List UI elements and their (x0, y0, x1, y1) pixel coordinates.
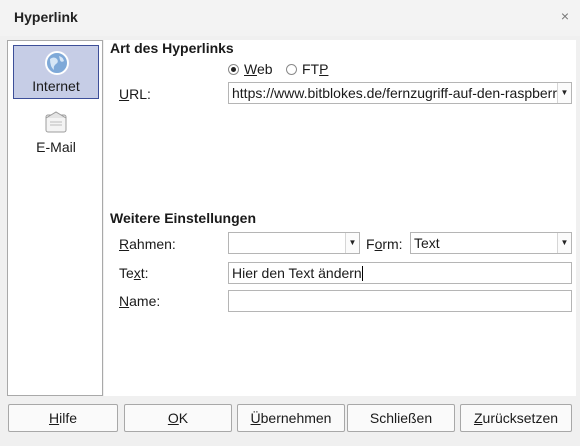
form-value: Text (414, 235, 440, 251)
text-value: Hier den Text ändern (232, 265, 362, 281)
hyperlink-dialog: Hyperlink × Internet E-Mail Art des Hype… (0, 0, 580, 446)
help-button[interactable]: Hilfe (8, 404, 118, 432)
link-type-heading: Art des Hyperlinks (110, 40, 234, 56)
radio-ftp-indicator[interactable] (286, 63, 297, 75)
sidebar-item-label: Internet (32, 78, 80, 94)
radio-ftp-label: FTP (302, 61, 329, 77)
globe-icon (45, 51, 69, 75)
url-combobox[interactable]: https://www.bitblokes.de/fernzugriff-auf… (228, 82, 572, 104)
reset-button[interactable]: Zurücksetzen (460, 404, 572, 432)
name-label: Name: (119, 293, 161, 309)
radio-web-label: Web (244, 61, 273, 77)
link-type-sidebar: Internet E-Mail (7, 40, 103, 396)
chevron-down-icon[interactable]: ▼ (345, 233, 359, 253)
sidebar-item-internet[interactable]: Internet (13, 45, 99, 99)
mail-icon (45, 111, 67, 133)
ok-button[interactable]: OK (124, 404, 232, 432)
close-icon[interactable]: × (557, 8, 573, 24)
apply-button[interactable]: Übernehmen (237, 404, 345, 432)
name-field[interactable] (228, 290, 572, 312)
chevron-down-icon[interactable]: ▼ (557, 233, 571, 253)
url-value: https://www.bitblokes.de/fernzugriff-auf… (232, 85, 565, 101)
url-label: URL: (119, 86, 151, 102)
form-combobox[interactable]: Text ▼ (410, 232, 572, 254)
chevron-down-icon[interactable]: ▼ (557, 83, 571, 103)
sidebar-item-email[interactable]: E-Mail (13, 105, 99, 159)
text-label: Text: (119, 265, 149, 281)
form-label: Form: (366, 236, 403, 252)
further-settings-heading: Weitere Einstellungen (110, 210, 256, 226)
text-cursor (361, 266, 363, 281)
frame-label: Rahmen: (119, 236, 176, 252)
radio-ftp[interactable]: FTP (286, 60, 328, 78)
close-button[interactable]: Schließen (347, 404, 455, 432)
radio-web[interactable]: Web (228, 60, 273, 78)
frame-combobox[interactable]: ▼ (228, 232, 360, 254)
radio-web-indicator[interactable] (228, 63, 239, 75)
sidebar-item-label: E-Mail (36, 139, 76, 155)
link-settings-panel: Art des Hyperlinks Web FTP URL: https://… (104, 40, 576, 396)
text-field[interactable]: Hier den Text ändern (228, 262, 572, 284)
title-bar: Hyperlink × (0, 0, 580, 36)
dialog-title: Hyperlink (14, 9, 78, 25)
